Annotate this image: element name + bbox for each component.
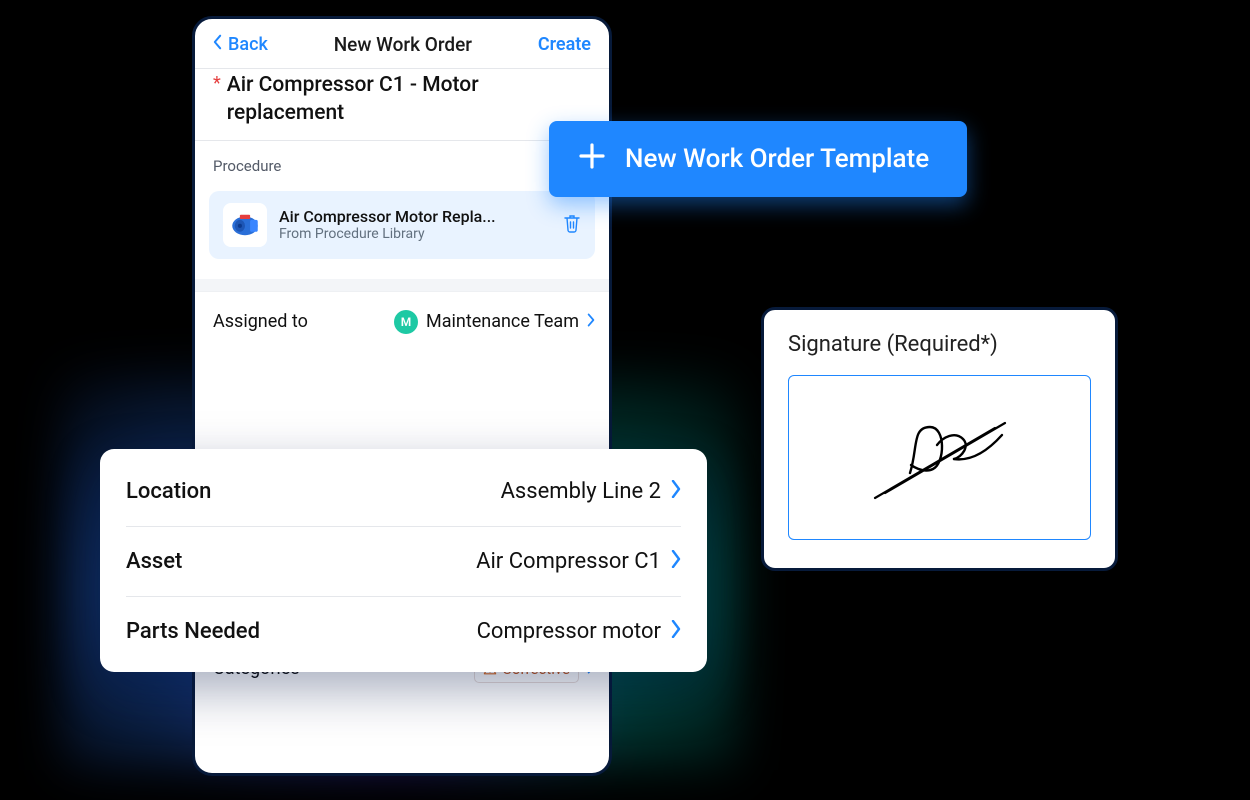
required-asterisk-icon: *	[213, 73, 221, 94]
chevron-right-icon	[671, 549, 681, 574]
work-order-details-card: Location Assembly Line 2 Asset Air Compr…	[100, 449, 707, 672]
asset-value: Air Compressor C1	[476, 549, 661, 574]
signature-title: Signature (Required*)	[788, 332, 1091, 357]
parts-needed-row[interactable]: Parts Needed Compressor motor	[126, 597, 681, 666]
assigned-to-row[interactable]: Assigned to M Maintenance Team	[195, 291, 609, 352]
asset-label: Asset	[126, 549, 182, 574]
procedure-name: Air Compressor Motor Repla...	[279, 207, 551, 226]
chevron-left-icon	[213, 34, 222, 55]
chevron-right-icon	[587, 311, 595, 332]
back-button[interactable]: Back	[213, 34, 268, 55]
trash-icon	[563, 213, 581, 233]
form-header: Back New Work Order Create	[195, 19, 609, 69]
signature-pad[interactable]	[788, 375, 1091, 540]
delete-procedure-button[interactable]	[563, 213, 581, 237]
assigned-to-label: Assigned to	[213, 311, 308, 332]
procedure-text: Air Compressor Motor Repla... From Proce…	[279, 207, 551, 242]
chevron-right-icon	[671, 479, 681, 504]
work-order-title-value: Air Compressor C1 - Motor replacement	[227, 71, 591, 128]
signature-scribble-icon	[855, 403, 1025, 513]
location-value: Assembly Line 2	[501, 479, 661, 504]
create-button[interactable]: Create	[538, 34, 591, 55]
parts-needed-label: Parts Needed	[126, 619, 260, 644]
procedure-thumbnail	[223, 203, 267, 247]
asset-row[interactable]: Asset Air Compressor C1	[126, 527, 681, 597]
section-divider	[195, 279, 609, 291]
assignee-avatar: M	[394, 310, 418, 334]
back-label: Back	[228, 34, 268, 55]
procedure-source: From Procedure Library	[279, 226, 551, 242]
chevron-right-icon	[671, 619, 681, 644]
location-row[interactable]: Location Assembly Line 2	[126, 457, 681, 527]
compressor-icon	[228, 211, 262, 239]
template-button-label: New Work Order Template	[625, 144, 929, 174]
signature-card: Signature (Required*)	[761, 307, 1118, 571]
parts-needed-value: Compressor motor	[477, 619, 661, 644]
procedure-card[interactable]: Air Compressor Motor Repla... From Proce…	[209, 191, 595, 259]
work-order-title-field[interactable]: * Air Compressor C1 - Motor replacement	[195, 69, 609, 141]
procedure-label: Procedure	[213, 157, 591, 175]
plus-icon	[577, 141, 607, 178]
new-work-order-template-button[interactable]: New Work Order Template	[549, 121, 967, 197]
location-label: Location	[126, 479, 211, 504]
procedure-section: Procedure	[195, 141, 609, 179]
assigned-to-value: Maintenance Team	[426, 311, 579, 332]
form-title: New Work Order	[334, 33, 472, 56]
